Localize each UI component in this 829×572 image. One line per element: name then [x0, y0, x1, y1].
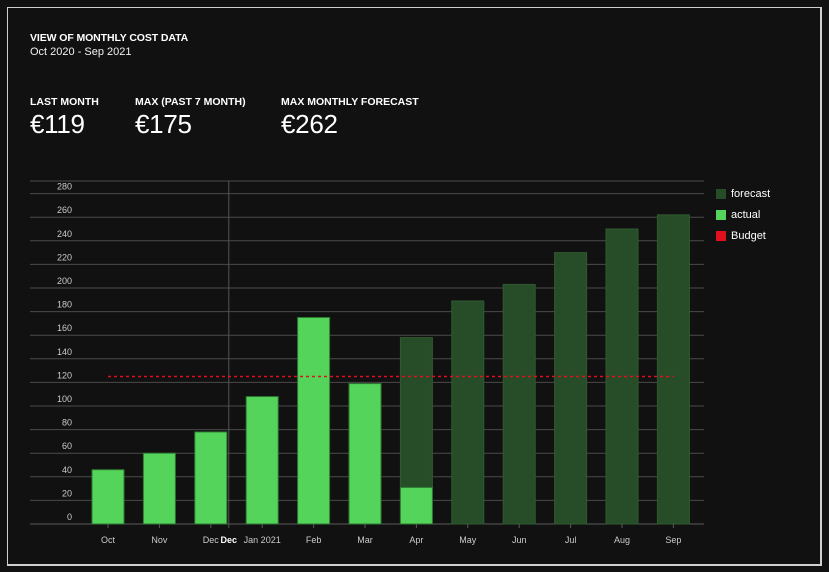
bar-forecast[interactable] — [656, 214, 690, 525]
bar-actual[interactable] — [297, 317, 331, 525]
bar-actual[interactable] — [399, 486, 433, 525]
legend-swatch-actual — [716, 209, 726, 220]
legend-item-forecast[interactable]: forecast — [716, 183, 770, 204]
bar-chart[interactable]: 0 20 40 60 80 100 120 140 160 180 200 220 240 260 280 O… — [0, 0, 829, 572]
y-tick-label: 280 — [57, 182, 72, 192]
bar-actual[interactable] — [348, 383, 382, 525]
x-tick-label: Mar — [357, 535, 373, 545]
y-tick-label: 140 — [57, 347, 72, 357]
bar-actual[interactable] — [142, 452, 176, 525]
legend-label: actual — [731, 208, 761, 221]
legend-swatch-forecast — [716, 188, 726, 199]
bar-actual[interactable] — [91, 469, 125, 525]
y-tick-label: 200 — [57, 276, 72, 286]
bar-forecast[interactable] — [502, 283, 536, 525]
x-tick-label: May — [459, 535, 477, 545]
x-tick-label: Jun — [512, 535, 527, 545]
x-tick-label: Oct — [101, 535, 116, 545]
bar-actual[interactable] — [245, 396, 279, 525]
x-tick-label: Sep — [665, 535, 681, 545]
x-tick-label: Dec — [203, 535, 220, 545]
bar-actual[interactable] — [194, 431, 228, 525]
x-tick-label: Jul — [565, 535, 577, 545]
y-tick-label: 80 — [62, 418, 72, 428]
y-tick-label: 120 — [57, 370, 72, 380]
y-tick-label: 100 — [57, 394, 72, 404]
y-tick-label: 40 — [62, 465, 72, 475]
legend-item-actual[interactable]: actual — [716, 204, 770, 225]
y-tick-label: 160 — [57, 323, 72, 333]
bar-forecast[interactable] — [451, 300, 485, 525]
bar-forecast[interactable] — [554, 252, 588, 525]
x-tick-label: Apr — [409, 535, 423, 545]
legend: forecast actual Budget — [716, 183, 770, 246]
y-tick-label: 0 — [67, 512, 72, 522]
x-tick-label: Aug — [614, 535, 630, 545]
legend-item-budget[interactable]: Budget — [716, 225, 770, 246]
legend-label: Budget — [731, 229, 766, 242]
legend-swatch-budget — [716, 230, 726, 241]
bar-forecast[interactable] — [605, 228, 639, 525]
y-tick-label: 20 — [62, 488, 72, 498]
legend-label: forecast — [731, 187, 771, 200]
y-tick-label: 240 — [57, 229, 72, 239]
y-tick-label: 260 — [57, 205, 72, 215]
x-tick-label: Nov — [151, 535, 168, 545]
y-tick-label: 60 — [62, 441, 72, 451]
x-tick-label: Jan 2021 — [244, 535, 281, 545]
hover-x-label: Dec — [221, 535, 238, 545]
x-tick-label: Feb — [306, 535, 322, 545]
y-tick-label: 180 — [57, 300, 72, 310]
y-tick-label: 220 — [57, 252, 72, 262]
